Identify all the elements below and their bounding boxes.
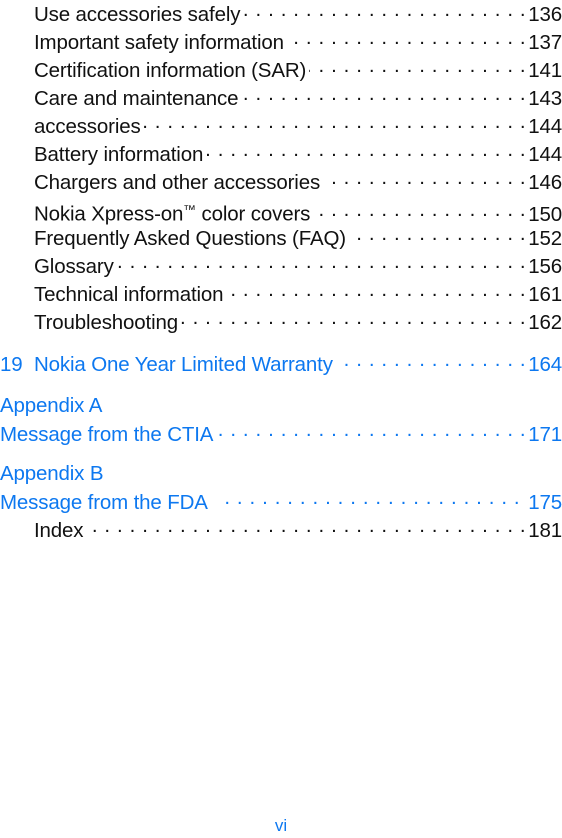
dot-leader (117, 252, 527, 273)
toc-appendix-entry[interactable]: Message from the FDA 175 (0, 488, 562, 516)
toc-entry-title: Message from the CTIA (0, 422, 214, 446)
appendix-heading: Appendix B (0, 462, 104, 485)
toc-entry[interactable]: Troubleshooting 162 (0, 308, 562, 336)
toc-page-number: 164 (528, 352, 562, 376)
dot-leader (349, 224, 526, 245)
toc-chapter-entry[interactable]: 19 Nokia One Year Limited Warranty 164 (0, 350, 562, 378)
toc-entry-title: Battery information (34, 142, 204, 166)
toc-entry-title: Technical information (34, 282, 224, 306)
toc-entry-title: Nokia One Year Limited Warranty (34, 352, 333, 376)
toc-page-number: 171 (528, 422, 562, 446)
toc-page-number: 136 (528, 2, 562, 26)
page-folio: vi (274, 816, 288, 835)
toc-entry[interactable]: Care and maintenance 143 (0, 84, 562, 112)
toc-entry[interactable]: Frequently Asked Questions (FAQ) 152 (0, 224, 562, 252)
toc-entry[interactable]: Important safety information 137 (0, 28, 562, 56)
dot-leader (313, 200, 526, 221)
toc-entry[interactable]: Chargers and other accessories 146 (0, 168, 562, 196)
table-of-contents: Use accessories safely 136 Important saf… (0, 0, 562, 544)
dot-leader (222, 488, 520, 509)
toc-page-number: 146 (528, 170, 562, 194)
toc-entry[interactable]: accessories 144 (0, 112, 562, 140)
toc-entry[interactable]: Certification information (SAR) 141 (0, 56, 562, 84)
toc-entry-title: Message from the FDA (0, 490, 208, 514)
toc-entry[interactable]: Battery information 144 (0, 140, 562, 168)
toc-entry-title: Chargers and other accessories (34, 170, 321, 194)
dot-leader (144, 112, 527, 133)
toc-entry-title: Important safety information (34, 30, 284, 54)
dot-leader (206, 140, 526, 161)
toc-entry-title: Index (34, 518, 84, 542)
dot-leader (323, 168, 526, 189)
toc-page-number: 181 (528, 518, 562, 542)
toc-entry[interactable]: Use accessories safely 136 (0, 0, 562, 28)
toc-page-number: 156 (528, 254, 562, 278)
dot-leader (86, 516, 526, 537)
toc-page-number: 143 (528, 86, 562, 110)
toc-entry-title: Care and maintenance (34, 86, 239, 110)
toc-page-number: 144 (528, 142, 562, 166)
toc-page-number: 162 (528, 310, 562, 334)
dot-leader (216, 420, 526, 441)
toc-entry-title: Use accessories safely (34, 2, 241, 26)
dot-leader (336, 350, 526, 371)
toc-entry[interactable]: Nokia Xpress-on™ color covers 150 (0, 196, 562, 226)
toc-index-entry[interactable]: Index 181 (0, 516, 562, 544)
toc-appendix-entry[interactable]: Message from the CTIA 171 (0, 420, 562, 448)
dot-leader (309, 56, 526, 77)
dot-leader (226, 280, 526, 301)
toc-entry-title: Certification information (SAR) (34, 58, 307, 82)
toc-page-number: 161 (528, 282, 562, 306)
toc-entry-title: Frequently Asked Questions (FAQ) (34, 226, 346, 250)
dot-leader (243, 0, 526, 21)
toc-entry[interactable]: Glossary 156 (0, 252, 562, 280)
toc-page-number: 141 (528, 58, 562, 82)
toc-entry[interactable]: Technical information 161 (0, 280, 562, 308)
toc-page-number: 152 (528, 226, 562, 250)
toc-entry-title: Troubleshooting (34, 310, 179, 334)
toc-entry-title: Glossary (34, 254, 114, 278)
toc-entry-title: accessories (34, 114, 141, 138)
toc-page-number: 137 (528, 30, 562, 54)
trademark-symbol: ™ (183, 202, 196, 217)
toc-page-number: 144 (528, 114, 562, 138)
toc-page-number: 175 (528, 490, 562, 514)
chapter-number: 19 (0, 352, 23, 376)
appendix-heading: Appendix A (0, 394, 103, 417)
dot-leader (287, 28, 526, 49)
dot-leader (241, 84, 526, 105)
dot-leader (181, 308, 526, 329)
